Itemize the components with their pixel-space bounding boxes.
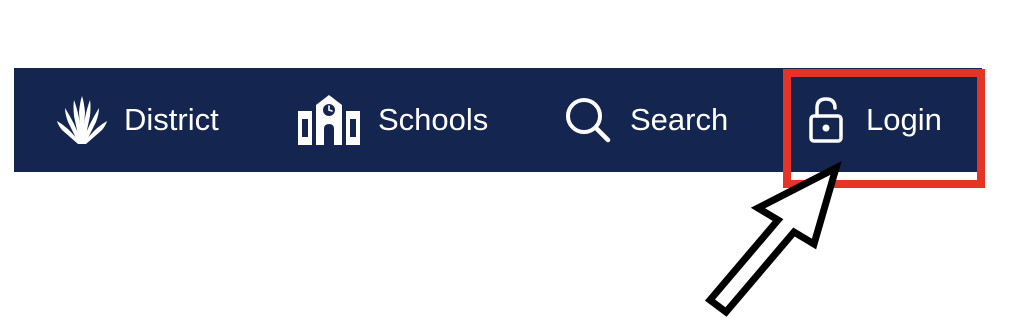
top-navbar: District Schools Search Login [14, 68, 982, 172]
unlocked-padlock-icon [806, 96, 848, 144]
search-icon [564, 96, 612, 144]
grass-logo-icon [56, 94, 108, 146]
nav-label-schools: Schools [378, 102, 489, 137]
arrow-pointer-icon [704, 161, 842, 317]
nav-item-search[interactable]: Search [564, 68, 728, 172]
nav-item-district[interactable]: District [56, 68, 219, 172]
nav-item-schools[interactable]: Schools [296, 68, 488, 172]
nav-label-district: District [124, 102, 219, 137]
school-building-icon [296, 95, 362, 145]
nav-item-login[interactable]: Login [806, 68, 942, 172]
nav-label-login: Login [866, 102, 942, 137]
nav-label-search: Search [630, 102, 729, 137]
